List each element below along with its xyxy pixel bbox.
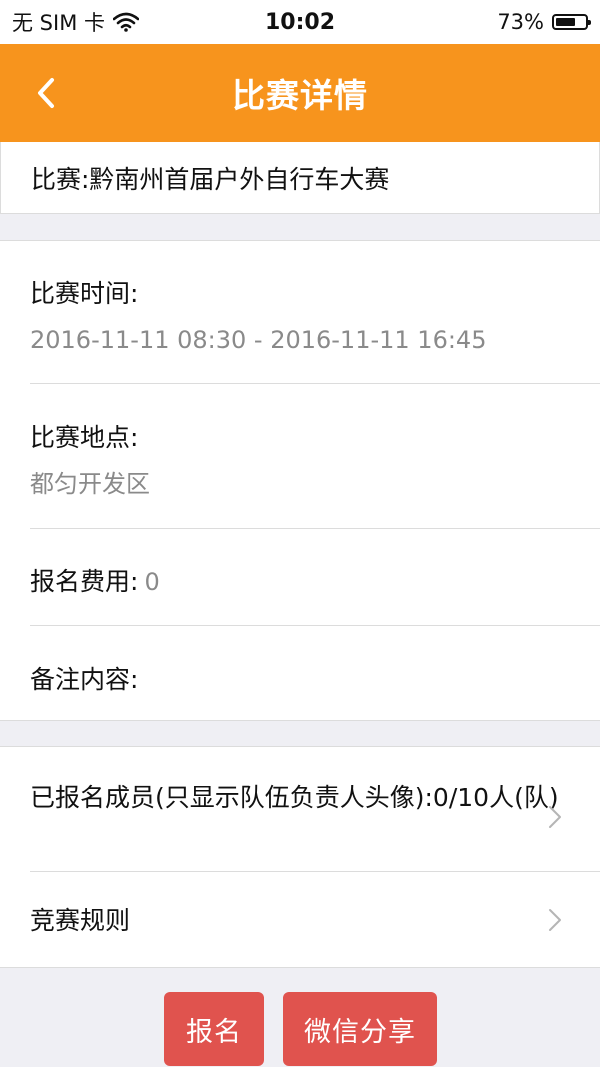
nav-bar: 比赛详情: [0, 44, 600, 142]
match-details-card: 比赛时间: 2016-11-11 08:30 - 2016-11-11 16:4…: [0, 240, 600, 721]
chevron-right-icon: [549, 909, 561, 931]
wechat-share-button[interactable]: 微信分享: [283, 992, 437, 1066]
match-location-value: 都匀开发区: [30, 470, 150, 498]
match-fee-row: 报名费用: 0: [30, 565, 600, 599]
status-bar: 无 SIM 卡 10:02 73%: [0, 0, 600, 44]
chevron-left-icon: [38, 78, 54, 108]
battery-fill: [556, 18, 576, 26]
divider: [30, 625, 600, 626]
match-title: 比赛:黔南州首届户外自行车大赛: [31, 164, 390, 194]
signup-button[interactable]: 报名: [164, 992, 264, 1066]
back-button[interactable]: [26, 70, 66, 116]
competition-rules-link[interactable]: 竞赛规则: [30, 872, 600, 968]
match-remarks-row: 备注内容:: [30, 663, 600, 697]
divider: [30, 528, 600, 529]
divider: [30, 383, 600, 384]
battery-icon: [552, 14, 591, 30]
match-fee-label: 报名费用:: [30, 567, 139, 596]
status-left: 无 SIM 卡: [12, 7, 140, 37]
registered-members-text: 已报名成员(只显示队伍负责人头像):0/10人(队): [30, 783, 559, 812]
status-right: 73%: [497, 10, 591, 34]
competition-rules-text: 竞赛规则: [30, 906, 131, 935]
match-location-label: 比赛地点:: [30, 423, 139, 452]
match-location-row: 比赛地点: 都匀开发区: [30, 421, 600, 501]
chevron-right-icon: [549, 806, 561, 828]
match-time-value: 2016-11-11 08:30 - 2016-11-11 16:45: [30, 326, 487, 354]
registered-members-link[interactable]: 已报名成员(只显示队伍负责人头像):0/10人(队): [30, 747, 600, 871]
match-fee-value: 0: [144, 568, 160, 596]
carrier-text: 无 SIM 卡: [12, 11, 105, 35]
wifi-icon: [112, 12, 140, 32]
battery-tip: [588, 20, 591, 25]
battery-percent: 73%: [497, 10, 544, 34]
match-remarks-label: 备注内容:: [30, 665, 139, 694]
links-card: 已报名成员(只显示队伍负责人头像):0/10人(队) 竞赛规则: [0, 746, 600, 968]
match-title-section: 比赛:黔南州首届户外自行车大赛: [0, 142, 600, 214]
match-time-row: 比赛时间: 2016-11-11 08:30 - 2016-11-11 16:4…: [30, 277, 600, 357]
page-title: 比赛详情: [232, 76, 368, 115]
match-time-label: 比赛时间:: [30, 279, 139, 308]
